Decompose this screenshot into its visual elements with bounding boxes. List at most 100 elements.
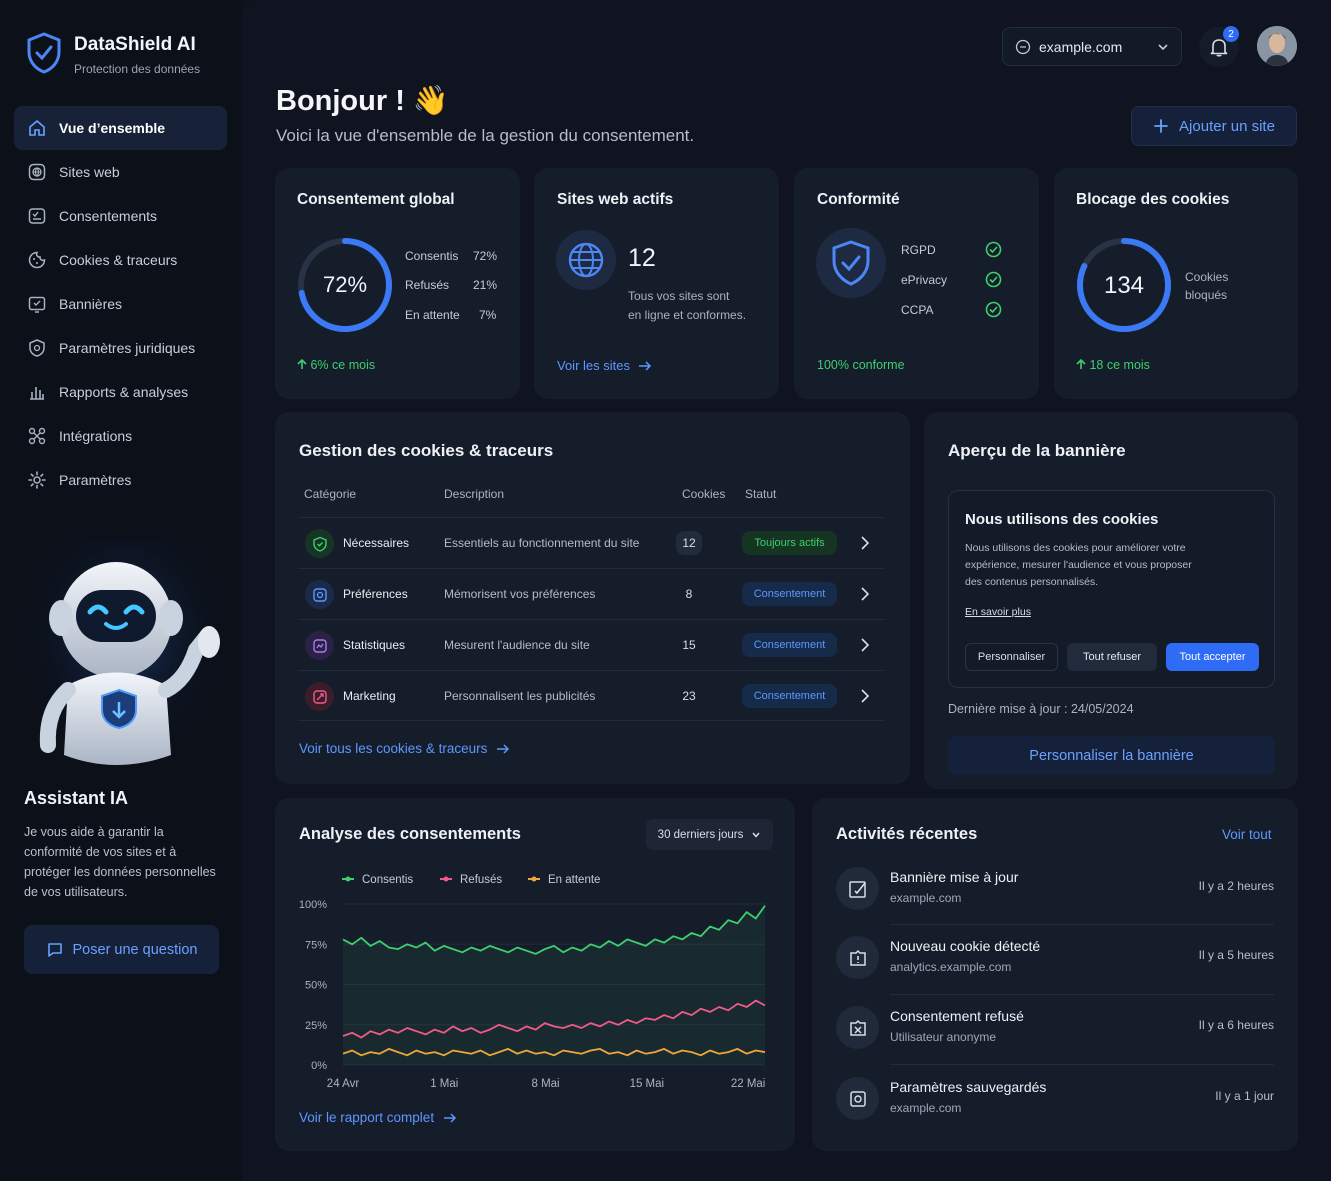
activity-icon-badge [836, 867, 879, 910]
card-title: Blocage des cookies [1076, 191, 1230, 208]
activity-time: Il y a 6 heures [1198, 1018, 1274, 1032]
activity-item[interactable]: Consentement refusé Utilisateur anonyme … [836, 1006, 1274, 1076]
card-title: Sites web actifs [557, 191, 674, 208]
sidebar-item-websites[interactable]: Sites web [14, 150, 227, 194]
arrow-right-icon [497, 743, 510, 754]
globe-badge [556, 230, 616, 290]
chevron-down-icon [752, 832, 760, 838]
customize-banner-button[interactable]: Personnaliser la bannière [948, 736, 1275, 775]
legend-label: Refusés [460, 874, 502, 886]
card-title: Consentement global [297, 191, 455, 208]
row-icon-badge [305, 631, 334, 660]
row-icon-badge [305, 580, 334, 609]
activity-item[interactable]: Nouveau cookie détecté analytics.example… [836, 936, 1274, 1006]
plus-icon [1154, 119, 1168, 133]
app-name: DataShield AI [74, 34, 196, 55]
sidebar-item-cookies[interactable]: Cookies & traceurs [14, 238, 227, 282]
sidebar-item-reports[interactable]: Rapports & analyses [14, 370, 227, 414]
sidebar-item-banners[interactable]: Bannières [14, 282, 227, 326]
table-row[interactable]: Préférences Mémorisent vos préférences 8… [298, 568, 884, 619]
blocked-cookies-value: 134 [1104, 272, 1144, 299]
consent-icon [28, 208, 46, 224]
cookies-card-title: Gestion des cookies & traceurs [299, 441, 554, 460]
avatar-portrait [1257, 26, 1297, 66]
sidebar-item-label: Consentements [59, 208, 158, 224]
consent-row-value: 72% [473, 249, 498, 263]
consent-donut-value: 72% [323, 272, 367, 297]
refused-icon [849, 1019, 866, 1036]
view-sites-link[interactable]: Voir les sites [557, 358, 652, 373]
sidebar-item-integrations[interactable]: Intégrations [14, 414, 227, 458]
row-category: Nécessaires [343, 536, 410, 550]
period-dropdown[interactable]: 30 derniers jours [646, 819, 773, 850]
banner-text-line: expérience, mesurer l'audience et vous p… [965, 559, 1192, 571]
column-header-category: Catégorie [304, 487, 357, 501]
shield-icon [312, 536, 327, 552]
legend-label: En attente [548, 874, 600, 886]
y-tick-label: 0% [311, 1060, 327, 1072]
user-avatar[interactable] [1257, 26, 1297, 66]
blocking-trend: 18 ce mois [1076, 358, 1150, 372]
table-row[interactable]: Statistiques Mesurent l'audience du site… [298, 619, 884, 670]
row-description: Essentiels au fonctionnement du site [444, 536, 640, 550]
chart-icon [30, 387, 44, 400]
assistant-title: Assistant IA [24, 788, 129, 808]
integrations-icon [28, 427, 46, 445]
row-category: Marketing [343, 689, 396, 703]
activity-item[interactable]: Paramètres sauvegardés example.com Il y … [836, 1077, 1274, 1147]
view-all-cookies-label: Voir tous les cookies & traceurs [299, 741, 488, 756]
y-tick-label: 50% [305, 980, 327, 992]
consent-row-label: En attente [405, 308, 460, 322]
banner-text-line: des contenus personnalisés. [965, 576, 1099, 588]
activity-title: Nouveau cookie détecté [890, 938, 1041, 954]
banner-updated-date: Dernière mise à jour : 24/05/2024 [948, 702, 1134, 716]
period-dropdown-value: 30 derniers jours [657, 828, 744, 841]
activity-subtitle: analytics.example.com [890, 960, 1012, 974]
analysis-card-title: Analyse des consentements [299, 825, 521, 843]
preferences-icon [312, 587, 327, 602]
arrow-up-icon [1076, 358, 1086, 369]
table-row[interactable]: Nécessaires Essentiels au fonctionnement… [298, 517, 884, 568]
active-sites-value: 12 [628, 244, 656, 272]
sidebar-item-overview[interactable]: Vue d’ensemble [14, 106, 227, 150]
add-site-button[interactable]: Ajouter un site [1131, 106, 1297, 146]
sidebar-item-label: Cookies & traceurs [59, 252, 178, 268]
sidebar-item-label: Sites web [59, 164, 120, 180]
banner-learn-more-link[interactable]: En savoir plus [965, 606, 1031, 618]
sidebar-item-legal[interactable]: Paramètres juridiques [14, 326, 227, 370]
view-all-activity-link[interactable]: Voir tout [1222, 827, 1272, 842]
y-tick-label: 100% [299, 899, 327, 911]
shield-logo-icon [27, 32, 61, 74]
ask-question-button[interactable]: Poser une question [24, 925, 219, 974]
status-badge: Consentement [742, 582, 837, 606]
status-badge: Consentement [742, 684, 837, 708]
chevron-right-icon[interactable] [859, 586, 871, 602]
x-tick-label: 15 Mai [630, 1078, 665, 1090]
banner-customize-button[interactable]: Personnaliser [965, 643, 1058, 671]
check-circle-icon [985, 301, 1002, 318]
view-all-cookies-link[interactable]: Voir tous les cookies & traceurs [299, 741, 510, 756]
sidebar-item-consents[interactable]: Consentements [14, 194, 227, 238]
shield-check-icon [832, 240, 870, 286]
row-icon-badge [305, 529, 334, 558]
chevron-right-icon[interactable] [859, 535, 871, 551]
table-row[interactable]: Marketing Personnalisent les publicités … [298, 670, 884, 721]
notifications-button[interactable]: 2 [1199, 26, 1239, 67]
site-selector[interactable]: example.com [1002, 27, 1182, 66]
sidebar-item-settings[interactable]: Paramètres [14, 458, 227, 502]
banner-accept-button[interactable]: Tout accepter [1166, 643, 1259, 671]
banner-icon [28, 296, 46, 313]
compliance-item-label: CCPA [901, 303, 934, 317]
banner-refuse-button[interactable]: Tout refuser [1067, 643, 1157, 671]
activity-item[interactable]: Bannière mise à jour example.com Il y a … [836, 867, 1274, 937]
page-title: Bonjour ! 👋 [276, 85, 450, 117]
full-report-link[interactable]: Voir le rapport complet [299, 1110, 457, 1125]
cookie-blocking-card: Blocage des cookies 134 Cookies bloqués … [1054, 168, 1298, 399]
compliance-shield-badge [816, 228, 886, 298]
compliance-card: Conformité RGPD ePrivacy CCPA 100% confo… [794, 168, 1039, 399]
chevron-right-icon[interactable] [859, 688, 871, 704]
page-subtitle: Voici la vue d'ensemble de la gestion du… [276, 126, 695, 145]
notification-count-badge: 2 [1223, 26, 1239, 42]
app-logo[interactable]: DataShield AI Protection des données [26, 32, 200, 76]
chevron-right-icon[interactable] [859, 637, 871, 653]
